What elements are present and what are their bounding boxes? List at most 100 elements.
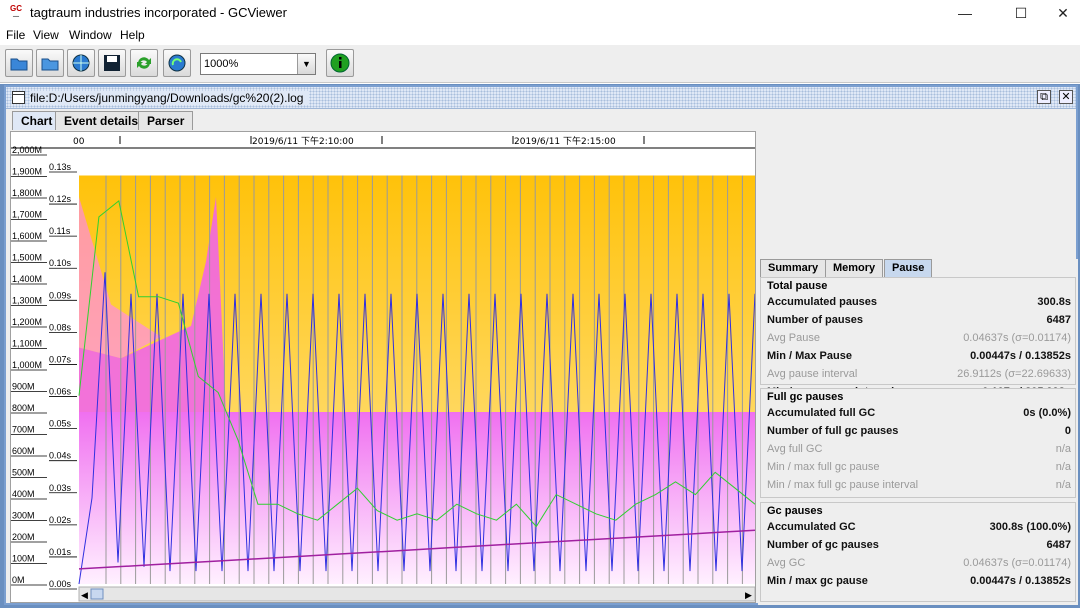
full-gc-row: Avg full GC n/a (767, 441, 1071, 459)
y-memory-tick-label: 1,300M (12, 296, 42, 306)
full-gc-row: Min / max full gc pause n/a (767, 459, 1071, 477)
menu-bar: File View Window Help (0, 27, 1080, 45)
maximize-button[interactable]: ☐ (998, 0, 1044, 26)
stat-value: 300.8s (100.0%) (989, 521, 1071, 533)
y-memory-tick-label: 1,800M (12, 188, 42, 198)
tab-memory[interactable]: Memory (825, 259, 884, 277)
stat-value: 0 (1064, 425, 1071, 437)
total-pause-row: Avg pause interval 26.9112s (σ=22.69633) (767, 366, 1071, 384)
y-memory-tick-label: 1,700M (12, 210, 42, 220)
y-memory-tick-label: 900M (12, 382, 35, 392)
menu-view[interactable]: View (33, 28, 59, 42)
gc-chart-svg[interactable]: 2,000M 1,900M 1,800M 1,700M 1,600M 1,500M 1,40… (11, 132, 756, 602)
y-memory-tick-label: 700M (12, 425, 35, 435)
minimize-button[interactable]: — (942, 0, 988, 26)
gc-chart[interactable]: 2,000M 1,900M 1,800M 1,700M 1,600M 1,500M 1,40… (10, 131, 756, 603)
folder-recent-icon (41, 58, 59, 71)
floppy-disk-icon (104, 55, 120, 71)
y-memory-tick-label: 1,500M (12, 253, 42, 263)
tab-summary[interactable]: Summary (760, 259, 827, 277)
scrollbar-thumb (90, 588, 104, 600)
scroll-left-icon: ◀ (81, 590, 88, 600)
horizontal-scrollbar (78, 586, 756, 602)
y-pause-tick-label: 0.11s (49, 226, 71, 236)
y-pause-tick-label: 0.10s (49, 258, 72, 268)
stat-value: 0.04637s (σ=0.01174) (963, 332, 1071, 344)
stat-value: n/a (1055, 461, 1071, 473)
tab-parser[interactable]: Parser (138, 111, 194, 130)
info-icon (330, 53, 350, 73)
save-button[interactable] (98, 49, 126, 77)
y-memory-tick-label: 1,200M (12, 317, 42, 327)
tab-event-details[interactable]: Event details (55, 111, 148, 130)
globe-icon (72, 54, 90, 72)
y-pause-tick-label: 0.12s (49, 194, 72, 204)
y-pause-tick-label: 0.05s (49, 419, 72, 429)
gcviewer-app-icon: GC ━━ (10, 4, 22, 21)
open-url-button[interactable] (67, 49, 95, 77)
stat-value: 300.8s (1037, 296, 1071, 308)
x-tick-label: 2019/6/11 下午2:15:00 (514, 135, 616, 147)
y-memory-tick-label: 1,100M (12, 339, 42, 349)
menu-window[interactable]: Window (69, 28, 112, 42)
y-memory-tick-label: 200M (12, 532, 35, 542)
summary-panel: Summary Memory Pause Total pause Accumul… (758, 259, 1078, 605)
stat-label: Accumulated full GC (767, 407, 876, 419)
document-title: file:D:/Users/junmingyang/Downloads/gc%2… (30, 91, 310, 105)
menu-file[interactable]: File (6, 28, 25, 42)
gc-pauses-row: Avg GC 0.04637s (σ=0.01174) (767, 555, 1071, 573)
stat-value: 0s (0.0%) (1023, 407, 1071, 419)
refresh-button[interactable] (130, 49, 158, 77)
menu-help[interactable]: Help (120, 28, 145, 42)
stat-label: Avg Pause (767, 332, 821, 344)
y-pause-tick-label: 0.02s (49, 515, 72, 525)
total-pause-row: Number of pauses 6487 (767, 312, 1071, 330)
title-bar: GC ━━ tagtraum industries incorporated - … (0, 0, 1080, 26)
stat-value: 0.04637s (σ=0.01174) (963, 557, 1071, 569)
info-button[interactable] (326, 49, 354, 77)
stat-value: 0.00447s / 0.13852s (970, 350, 1071, 362)
gc-pauses-row: Accumulated GC 300.8s (100.0%) (767, 519, 1071, 537)
gc-pauses-group: Gc pauses Accumulated GC 300.8s (100.0%) N… (760, 502, 1076, 602)
stat-value: 0.00447s / 0.13852s (970, 575, 1071, 587)
y-pause-tick-label: 0.06s (49, 387, 72, 397)
gc-pauses-row: Number of gc pauses 6487 (767, 537, 1071, 555)
globe-refresh-icon (168, 54, 186, 72)
tab-chart[interactable]: Chart (12, 111, 62, 130)
total-pause-title: Total pause (767, 280, 828, 292)
y-pause-tick-label: 0.04s (49, 451, 72, 461)
y-memory-tick-label: 2,000M (12, 145, 42, 155)
stat-label: Min / max full gc pause (767, 461, 880, 473)
stat-label: Avg full GC (767, 443, 823, 455)
tab-pause[interactable]: Pause (884, 259, 933, 277)
internal-frame: file:D:/Users/junmingyang/Downloads/gc%2… (4, 85, 1078, 605)
y-pause-tick-label: 0.03s (49, 483, 72, 493)
folder-icon (10, 58, 28, 71)
close-button[interactable]: ✕ (1040, 0, 1080, 26)
total-pause-row: Min / Max Pause 0.00447s / 0.13852s (767, 348, 1071, 366)
watch-button[interactable] (163, 49, 191, 77)
full-gc-row: Min / max full gc pause interval n/a (767, 477, 1071, 495)
stat-label: Number of full gc pauses (767, 425, 899, 437)
chevron-down-icon[interactable]: ▼ (297, 54, 315, 74)
gc-pauses-row: Min / max gc pause 0.00447s / 0.13852s (767, 573, 1071, 591)
y-pause-tick-label: 0.07s (49, 354, 72, 364)
window-title: tagtraum industries incorporated - GCVie… (30, 5, 287, 20)
open-recent-button[interactable] (36, 49, 64, 77)
total-pause-group: Total pause Accumulated pauses 300.8s Numb… (760, 277, 1076, 398)
zoom-select[interactable]: 1000% ▼ (200, 53, 316, 75)
stat-label: Min / max gc pause (767, 575, 868, 587)
stat-label: Accumulated pauses (767, 296, 878, 308)
x-tick-label: 00 (73, 137, 85, 147)
y-memory-tick-label: 0M (12, 575, 25, 585)
y-memory-tick-label: 800M (12, 403, 35, 413)
y-memory-tick-label: 1,000M (12, 360, 42, 370)
open-file-button[interactable] (5, 49, 33, 77)
stat-label: Avg pause interval (767, 368, 858, 380)
restore-icon[interactable]: ⧉ (1037, 90, 1051, 104)
close-icon[interactable]: ✕ (1059, 90, 1073, 104)
document-icon (12, 91, 25, 104)
refresh-icon (137, 57, 151, 69)
full-gc-row: Number of full gc pauses 0 (767, 423, 1071, 441)
stat-label: Min / max full gc pause interval (767, 479, 919, 491)
